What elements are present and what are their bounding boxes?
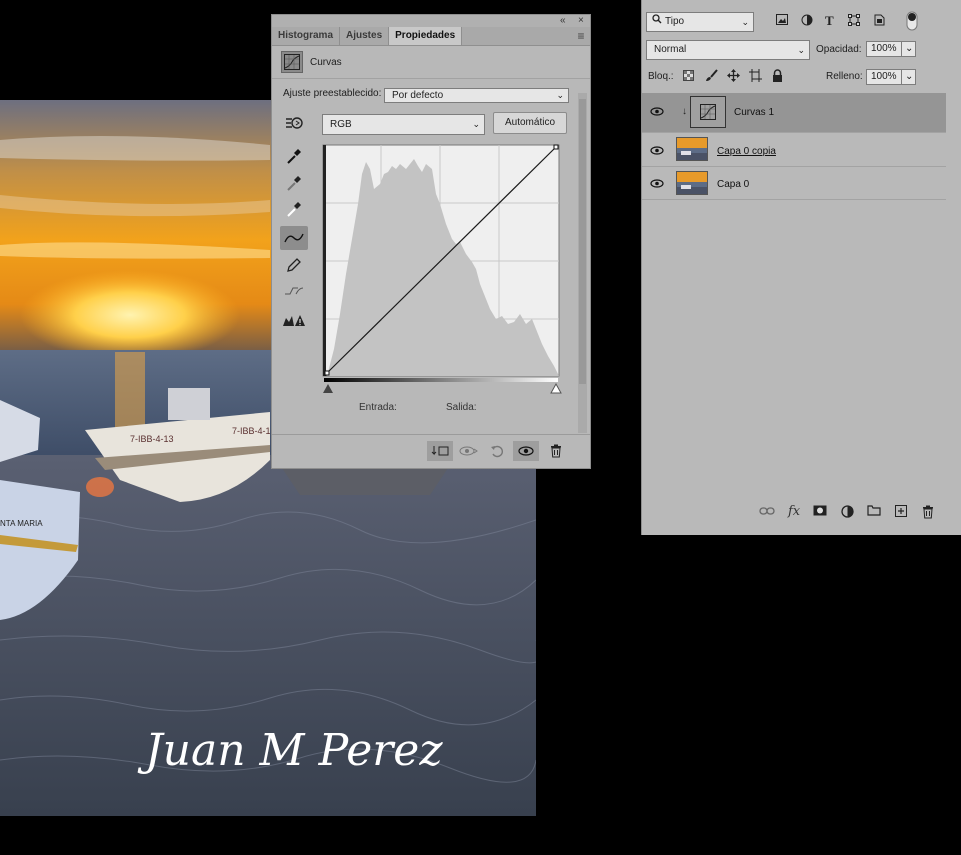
reset-icon[interactable] <box>484 441 510 461</box>
chevron-down-icon: ⌄ <box>556 90 564 100</box>
boat-registration-text: 7-IBB-4-1 <box>232 426 271 436</box>
fill-value: 100% <box>871 71 897 82</box>
panel-tabs: Histograma Ajustes Propiedades ≡ <box>272 27 590 46</box>
blend-mode-value: Normal <box>654 44 687 55</box>
properties-footer <box>272 434 590 468</box>
tab-propiedades[interactable]: Propiedades <box>389 27 463 45</box>
preset-value: Por defecto <box>392 90 444 101</box>
clip-to-layer-icon[interactable] <box>427 441 453 461</box>
opacity-value: 100% <box>871 43 897 54</box>
eye-icon[interactable] <box>650 107 664 119</box>
new-adjustment-layer-icon[interactable] <box>841 505 854 521</box>
eye-icon[interactable] <box>650 146 664 158</box>
chevron-down-icon: ⌄ <box>905 43 914 54</box>
delete-icon[interactable] <box>543 441 569 461</box>
pencil-icon[interactable] <box>280 253 308 277</box>
curves-adjustment-icon <box>690 96 726 128</box>
fill-dropdown-button[interactable]: ⌄ <box>901 69 916 85</box>
filter-pixel-icon[interactable] <box>776 14 788 28</box>
white-point-slider[interactable] <box>550 382 562 394</box>
smooth-icon[interactable] <box>280 279 308 303</box>
new-layer-icon[interactable] <box>895 505 907 520</box>
clip-arrow-icon: ↓ <box>682 106 687 117</box>
lock-all-icon[interactable] <box>772 69 783 85</box>
lock-transparency-icon[interactable] <box>683 70 694 84</box>
layer-filter-dropdown[interactable]: Tipo ⌄ <box>646 12 754 32</box>
black-point-slider[interactable] <box>323 384 333 393</box>
filter-smart-object-icon[interactable] <box>873 14 885 29</box>
watermark-signature: Juan M Perez <box>137 725 443 776</box>
layer-thumbnail <box>676 171 708 195</box>
layer-row-capa-0[interactable]: Capa 0 <box>642 167 946 200</box>
layer-styles-fx-icon[interactable]: fx <box>788 504 800 519</box>
tab-histograma[interactable]: Histograma <box>272 27 341 45</box>
boat-name-text: NTA MARIA <box>0 519 43 528</box>
blend-mode-dropdown[interactable]: Normal ⌄ <box>646 40 810 60</box>
chevron-down-icon: ⌄ <box>741 17 749 27</box>
filter-shape-icon[interactable] <box>848 14 860 29</box>
layer-row-curvas-1[interactable]: ↓ Curvas 1 <box>642 93 946 133</box>
chevron-down-icon: ⌄ <box>905 71 914 82</box>
lock-artboard-icon[interactable] <box>749 69 762 85</box>
eye-icon[interactable] <box>650 179 664 191</box>
properties-title: Curvas <box>310 56 342 68</box>
layer-row-capa-0-copia[interactable]: Capa 0 copia <box>642 133 946 167</box>
curve-points-icon[interactable] <box>280 226 308 250</box>
fill-input[interactable]: 100% <box>866 69 902 85</box>
layers-panel: Tipo ⌄ T Normal ⌄ Opacidad: 100% ⌄ Bloq.… <box>641 0 961 535</box>
auto-button[interactable]: Automático <box>493 112 567 134</box>
clipping-warning-icon[interactable] <box>280 308 308 332</box>
view-previous-icon[interactable] <box>456 441 482 461</box>
properties-panel: « × Histograma Ajustes Propiedades ≡ Cur… <box>271 14 591 469</box>
opacity-input[interactable]: 100% <box>866 41 902 57</box>
on-image-adjust-icon[interactable] <box>280 111 308 135</box>
scrollbar-thumb[interactable] <box>579 99 586 384</box>
visibility-icon[interactable] <box>513 441 539 461</box>
layer-name: Capa 0 copia <box>717 146 776 157</box>
new-group-icon[interactable] <box>867 505 881 519</box>
channel-dropdown[interactable]: RGB ⌄ <box>322 114 485 135</box>
lock-move-icon[interactable] <box>727 69 740 85</box>
channel-value: RGB <box>330 119 352 130</box>
preset-dropdown[interactable]: Por defecto ⌄ <box>384 88 569 103</box>
search-icon <box>652 13 662 31</box>
lock-paint-icon[interactable] <box>705 69 718 85</box>
close-panel-button[interactable]: × <box>578 15 584 27</box>
layer-name: Curvas 1 <box>734 107 775 118</box>
filter-value: Tipo <box>665 16 685 27</box>
filter-adjustment-icon[interactable] <box>801 14 813 29</box>
input-label: Entrada: <box>359 402 397 413</box>
filter-toggle-switch[interactable] <box>906 11 918 34</box>
eyedropper-black-icon[interactable] <box>280 144 308 168</box>
add-mask-icon[interactable] <box>813 505 827 519</box>
layer-thumbnail <box>676 137 708 161</box>
opacity-dropdown-button[interactable]: ⌄ <box>901 41 916 57</box>
preset-label: Ajuste preestablecido: <box>283 88 382 99</box>
curves-adjustment-icon <box>281 51 303 73</box>
collapse-panel-button[interactable]: « <box>560 15 566 27</box>
delete-layer-icon[interactable] <box>922 505 934 522</box>
lock-label: Bloq.: <box>648 71 674 82</box>
chevron-down-icon: ⌄ <box>797 45 805 55</box>
properties-header: Curvas <box>272 46 590 79</box>
output-label: Salida: <box>446 402 477 413</box>
link-layers-icon[interactable] <box>759 505 775 519</box>
panel-titlebar: « × <box>272 15 590 27</box>
opacity-label: Opacidad: <box>816 44 862 55</box>
chevron-down-icon: ⌄ <box>472 119 480 129</box>
eyedropper-white-icon[interactable] <box>280 197 308 221</box>
filter-type-icon[interactable]: T <box>825 13 834 29</box>
eyedropper-gray-icon[interactable] <box>280 171 308 195</box>
tab-ajustes[interactable]: Ajustes <box>340 27 390 45</box>
fill-label: Relleno: <box>826 71 863 82</box>
properties-scrollbar[interactable] <box>578 93 587 433</box>
curves-graph[interactable] <box>322 144 562 397</box>
boat-registration-text: 7-IBB-4-13 <box>130 434 174 444</box>
layer-name: Capa 0 <box>717 179 750 190</box>
panel-menu-icon[interactable]: ≡ <box>572 27 590 45</box>
